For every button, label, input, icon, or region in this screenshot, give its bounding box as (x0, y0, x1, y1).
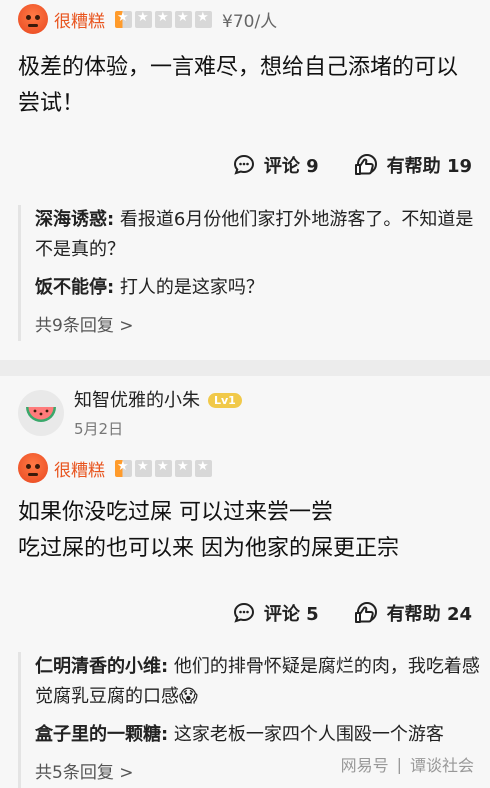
review-actions: 评论 9 有帮助 19 (232, 152, 472, 178)
reply-item: 饭不能停: 打人的是这家吗？ (35, 273, 490, 303)
reply-text: 这家老板一家四个人围殴一个游客 (168, 724, 444, 745)
comment-count: 评论 9 (263, 156, 319, 177)
watermelon-avatar-icon (26, 406, 56, 422)
review-card-1: 很糟糕 ¥70/人 极差的体验，一言难尽，想给自己添堵的可以 尝试！ 评论 9 … (0, 0, 490, 360)
reply-item: 盒子里的一颗糖: 这家老板一家四个人围殴一个游客 (35, 720, 490, 750)
star-rating (115, 459, 212, 477)
comment-count: 评论 5 (263, 604, 319, 625)
review-text: 如果你没吃过屎 可以过来尝一尝 吃过屎的也可以来 因为他家的屎更正宗 (18, 495, 473, 567)
star-icon (155, 10, 172, 28)
thumbs-up-icon (354, 602, 377, 623)
reviewer-info: 知智优雅的小朱 Lv1 5月2日 (18, 386, 242, 439)
reply-author[interactable]: 盒子里的一颗糖: (35, 724, 168, 745)
price-per-person: ¥70/人 (222, 11, 278, 32)
helpful-button[interactable]: 有帮助 24 (353, 600, 472, 626)
star-icon (175, 10, 192, 28)
rating-label: 很糟糕 (54, 11, 105, 32)
level-badge: Lv1 (208, 393, 242, 408)
star-icon (195, 10, 212, 28)
reply-author[interactable]: 仁明清香的小维: (35, 656, 168, 677)
rating-row: 很糟糕 (18, 453, 212, 483)
user-info: 知智优雅的小朱 Lv1 5月2日 (74, 386, 242, 439)
reply-text: 打人的是这家吗？ (114, 277, 264, 298)
section-divider (0, 360, 490, 376)
rating-label: 很糟糕 (54, 460, 105, 481)
review-text: 极差的体验，一言难尽，想给自己添堵的可以 尝试！ (18, 50, 473, 122)
comment-button[interactable]: 评论 5 (232, 600, 319, 626)
review-actions: 评论 5 有帮助 24 (232, 600, 472, 626)
helpful-button[interactable]: 有帮助 19 (353, 152, 472, 178)
more-replies-link[interactable]: 共9条回复 > (35, 311, 490, 341)
avatar[interactable] (18, 389, 64, 436)
star-icon (115, 459, 132, 477)
star-icon (155, 459, 172, 477)
reply-item: 深海诱惑: 看报道6月份他们家打外地游客了。不知道是不是真的？ (35, 205, 490, 265)
review-text-line: 如果你没吃过屎 可以过来尝一尝 (18, 500, 333, 525)
watermark: 网易号 | 谭谈社会 (341, 752, 474, 776)
review-text-line: 极差的体验，一言难尽，想给自己添堵的可以 (18, 55, 459, 80)
angry-face-icon (18, 4, 48, 34)
star-icon (115, 10, 132, 28)
username[interactable]: 知智优雅的小朱 (74, 390, 200, 411)
comment-button[interactable]: 评论 9 (232, 152, 319, 178)
watermark-source: 网易号 (340, 756, 389, 775)
helpful-count: 有帮助 19 (386, 156, 472, 177)
reply-author[interactable]: 饭不能停: (35, 277, 114, 298)
review-date: 5月2日 (74, 420, 124, 438)
star-icon (135, 459, 152, 477)
rating-row: 很糟糕 ¥70/人 (18, 4, 278, 34)
star-icon (135, 10, 152, 28)
reply-author[interactable]: 深海诱惑: (35, 209, 114, 230)
reply-item: 仁明清香的小维: 他们的排骨怀疑是腐烂的肉，我吃着感觉腐乳豆腐的口感😱 (35, 652, 490, 712)
star-icon (195, 459, 212, 477)
comment-icon (233, 602, 254, 623)
star-rating (115, 10, 212, 28)
review-text-line: 尝试！ (18, 91, 85, 116)
helpful-count: 有帮助 24 (386, 604, 472, 625)
watermark-account: 谭谈社会 (409, 756, 474, 775)
star-icon (175, 459, 192, 477)
angry-face-icon (18, 453, 48, 483)
review-text-line: 吃过屎的也可以来 因为他家的屎更正宗 (18, 536, 399, 561)
thumbs-up-icon (354, 154, 377, 175)
reply-list: 深海诱惑: 看报道6月份他们家打外地游客了。不知道是不是真的？ 饭不能停: 打人… (18, 205, 490, 341)
comment-icon (233, 154, 254, 175)
watermark-separator: | (396, 754, 402, 774)
